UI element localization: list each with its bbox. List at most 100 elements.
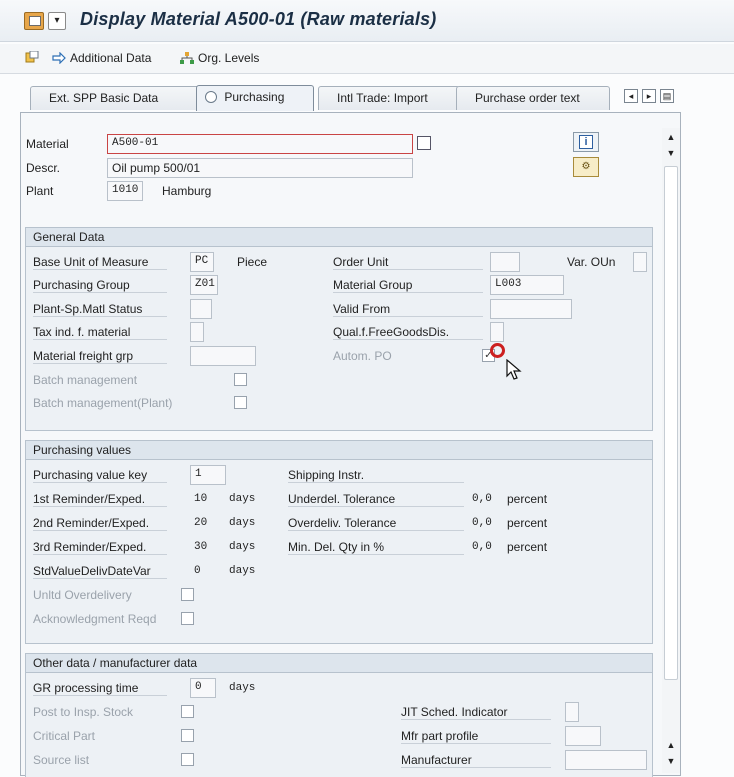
batch-mgmt-plant-label: Batch management(Plant) [33,396,173,410]
menu-dropdown-button[interactable]: ▾ [48,12,66,30]
post-insp-checkbox[interactable] [181,705,194,718]
purchasing-values-title: Purchasing values [26,441,652,460]
order-unit-label: Order Unit [333,255,483,270]
purchasing-group-label: Purchasing Group [33,278,167,293]
underdel-label: Underdel. Tolerance [288,492,464,507]
reminder-1-value: 10 [194,493,208,505]
reminder-3-label: 3rd Reminder/Exped. [33,540,167,555]
title-bar: ▾ Display Material A500-01 (Raw material… [0,0,734,42]
material-label: Material [26,137,69,151]
tab-scroll-left-button[interactable]: ◂ [624,89,638,103]
tab-active-icon [205,91,217,103]
hierarchy-button[interactable]: ⚙ [573,157,599,177]
plant-field[interactable]: 1010 [107,181,143,201]
var-oun-field[interactable] [633,252,647,272]
hierarchy-icon: ⚙ [581,161,591,172]
var-oun-label: Var. OUn [567,255,616,269]
base-uom-label: Base Unit of Measure [33,255,167,270]
mfr-profile-field[interactable] [565,726,601,746]
material-field[interactable]: A500-01 [107,134,413,154]
reminder-2-unit: days [229,517,256,529]
org-levels-button[interactable]: Org. Levels [180,51,259,65]
plant-sp-status-field[interactable] [190,299,212,319]
gr-time-field[interactable]: 0 [190,678,216,698]
tax-ind-label: Tax ind. f. material [33,325,167,340]
base-uom-text: Piece [237,255,268,269]
scroll-page-down-button[interactable]: ▼ [664,754,678,768]
source-list-checkbox[interactable] [181,753,194,766]
underdel-unit: percent [507,492,548,506]
critical-part-checkbox[interactable] [181,729,194,742]
overdel-unit: percent [507,516,548,530]
arrow-right-icon [52,52,66,64]
plant-label: Plant [26,184,54,198]
freight-grp-field[interactable] [190,346,256,366]
tab-purchase-order-text[interactable]: Purchase order text [456,86,610,110]
reminder-3-value: 30 [194,541,208,553]
gr-time-label: GR processing time [33,681,167,696]
main-panel: Material A500-01 Descr. Oil pump 500/01 … [20,112,681,777]
scroll-up-button[interactable]: ▲ [664,130,678,144]
min-del-value: 0,0 [472,541,492,553]
tab-label: Intl Trade: Import [337,91,428,105]
overdel-value: 0,0 [472,517,492,529]
info-button[interactable]: i [573,132,599,152]
base-uom-field[interactable]: PC [190,252,214,272]
tab-purchasing[interactable]: Purchasing [196,85,314,111]
material-group-field[interactable]: L003 [490,275,564,295]
tab-label: Ext. SPP Basic Data [49,91,159,105]
scroll-page-up-button[interactable]: ▲ [664,738,678,752]
tab-intl-trade-import[interactable]: Intl Trade: Import [318,86,460,110]
plant-sp-status-label: Plant-Sp.Matl Status [33,302,167,317]
critical-part-label: Critical Part [33,729,96,743]
plant-name: Hamburg [162,184,212,198]
manufacturer-field[interactable] [565,750,647,770]
freight-grp-label: Material freight grp [33,349,167,364]
mouse-cursor-icon [506,359,522,380]
app-icon[interactable] [24,12,44,30]
additional-data-button[interactable]: Additional Data [52,51,151,65]
copy-icon [25,51,39,63]
descr-label: Descr. [26,161,61,175]
source-list-label: Source list [33,753,90,767]
tab-scroll-right-button[interactable]: ▸ [642,89,656,103]
general-data-group: General Data Base Unit of Measure PC Pie… [25,227,653,431]
batch-mgmt-checkbox[interactable] [234,373,247,386]
post-insp-label: Post to Insp. Stock [33,705,134,719]
qual-free-goods-field[interactable] [490,322,504,342]
autom-po-label: Autom. PO [333,349,392,363]
unltd-overdelivery-label: Unltd Overdelivery [33,588,132,602]
other-data-title: Other data / manufacturer data [26,654,652,673]
scrollbar-thumb[interactable] [664,166,678,680]
valid-from-field[interactable] [490,299,572,319]
cursor-highlight-ring [490,343,505,358]
descr-field[interactable]: Oil pump 500/01 [107,158,413,178]
tax-ind-field[interactable] [190,322,204,342]
std-value-label: StdValueDelivDateVar [33,564,167,579]
scroll-down-small-button[interactable]: ▼ [664,146,678,160]
additional-data-label: Additional Data [70,51,152,65]
tab-ext-spp-basic-data[interactable]: Ext. SPP Basic Data [30,86,200,110]
min-del-unit: percent [507,540,548,554]
std-value-value: 0 [194,565,201,577]
reminder-2-value: 20 [194,517,208,529]
tab-strip: Ext. SPP Basic Data Purchasing Intl Trad… [18,85,688,112]
window-title: Display Material A500-01 (Raw materials) [80,9,437,29]
overdel-label: Overdeliv. Tolerance [288,516,464,531]
ack-reqd-checkbox[interactable] [181,612,194,625]
unltd-overdelivery-checkbox[interactable] [181,588,194,601]
reminder-2-label: 2nd Reminder/Exped. [33,516,167,531]
batch-mgmt-plant-checkbox[interactable] [234,396,247,409]
purchasing-group-field[interactable]: Z01 [190,275,218,295]
org-levels-label: Org. Levels [198,51,260,65]
tab-list-button[interactable]: ▤ [660,89,674,103]
toolbar: Additional Data Org. Levels [0,44,734,74]
value-key-field[interactable]: 1 [190,465,226,485]
material-copy-icon[interactable] [417,136,431,150]
order-unit-field[interactable] [490,252,520,272]
std-value-unit: days [229,565,256,577]
copy-icon-button[interactable] [25,51,39,63]
jit-field[interactable] [565,702,579,722]
min-del-label: Min. Del. Qty in % [288,540,464,555]
reminder-1-label: 1st Reminder/Exped. [33,492,167,507]
